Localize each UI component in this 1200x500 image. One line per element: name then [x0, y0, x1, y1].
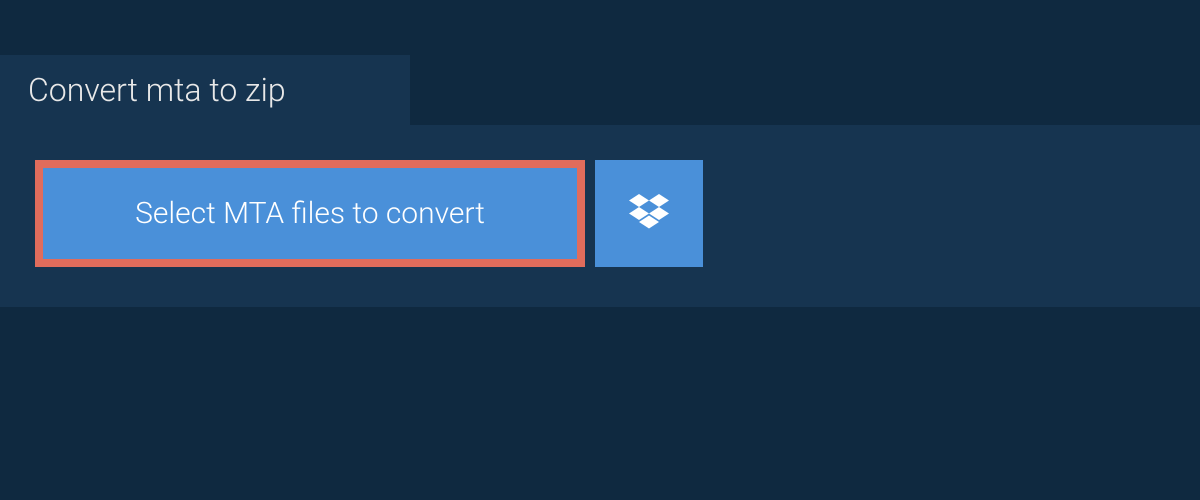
converter-panel: Select MTA files to convert	[0, 125, 1200, 307]
button-row: Select MTA files to convert	[35, 160, 1165, 267]
tab-title: Convert mta to zip	[28, 71, 286, 109]
dropbox-button[interactable]	[595, 160, 703, 267]
tab-convert[interactable]: Convert mta to zip	[0, 55, 410, 125]
select-files-button[interactable]: Select MTA files to convert	[35, 160, 585, 267]
select-files-label: Select MTA files to convert	[135, 196, 485, 231]
dropbox-icon	[629, 194, 669, 234]
